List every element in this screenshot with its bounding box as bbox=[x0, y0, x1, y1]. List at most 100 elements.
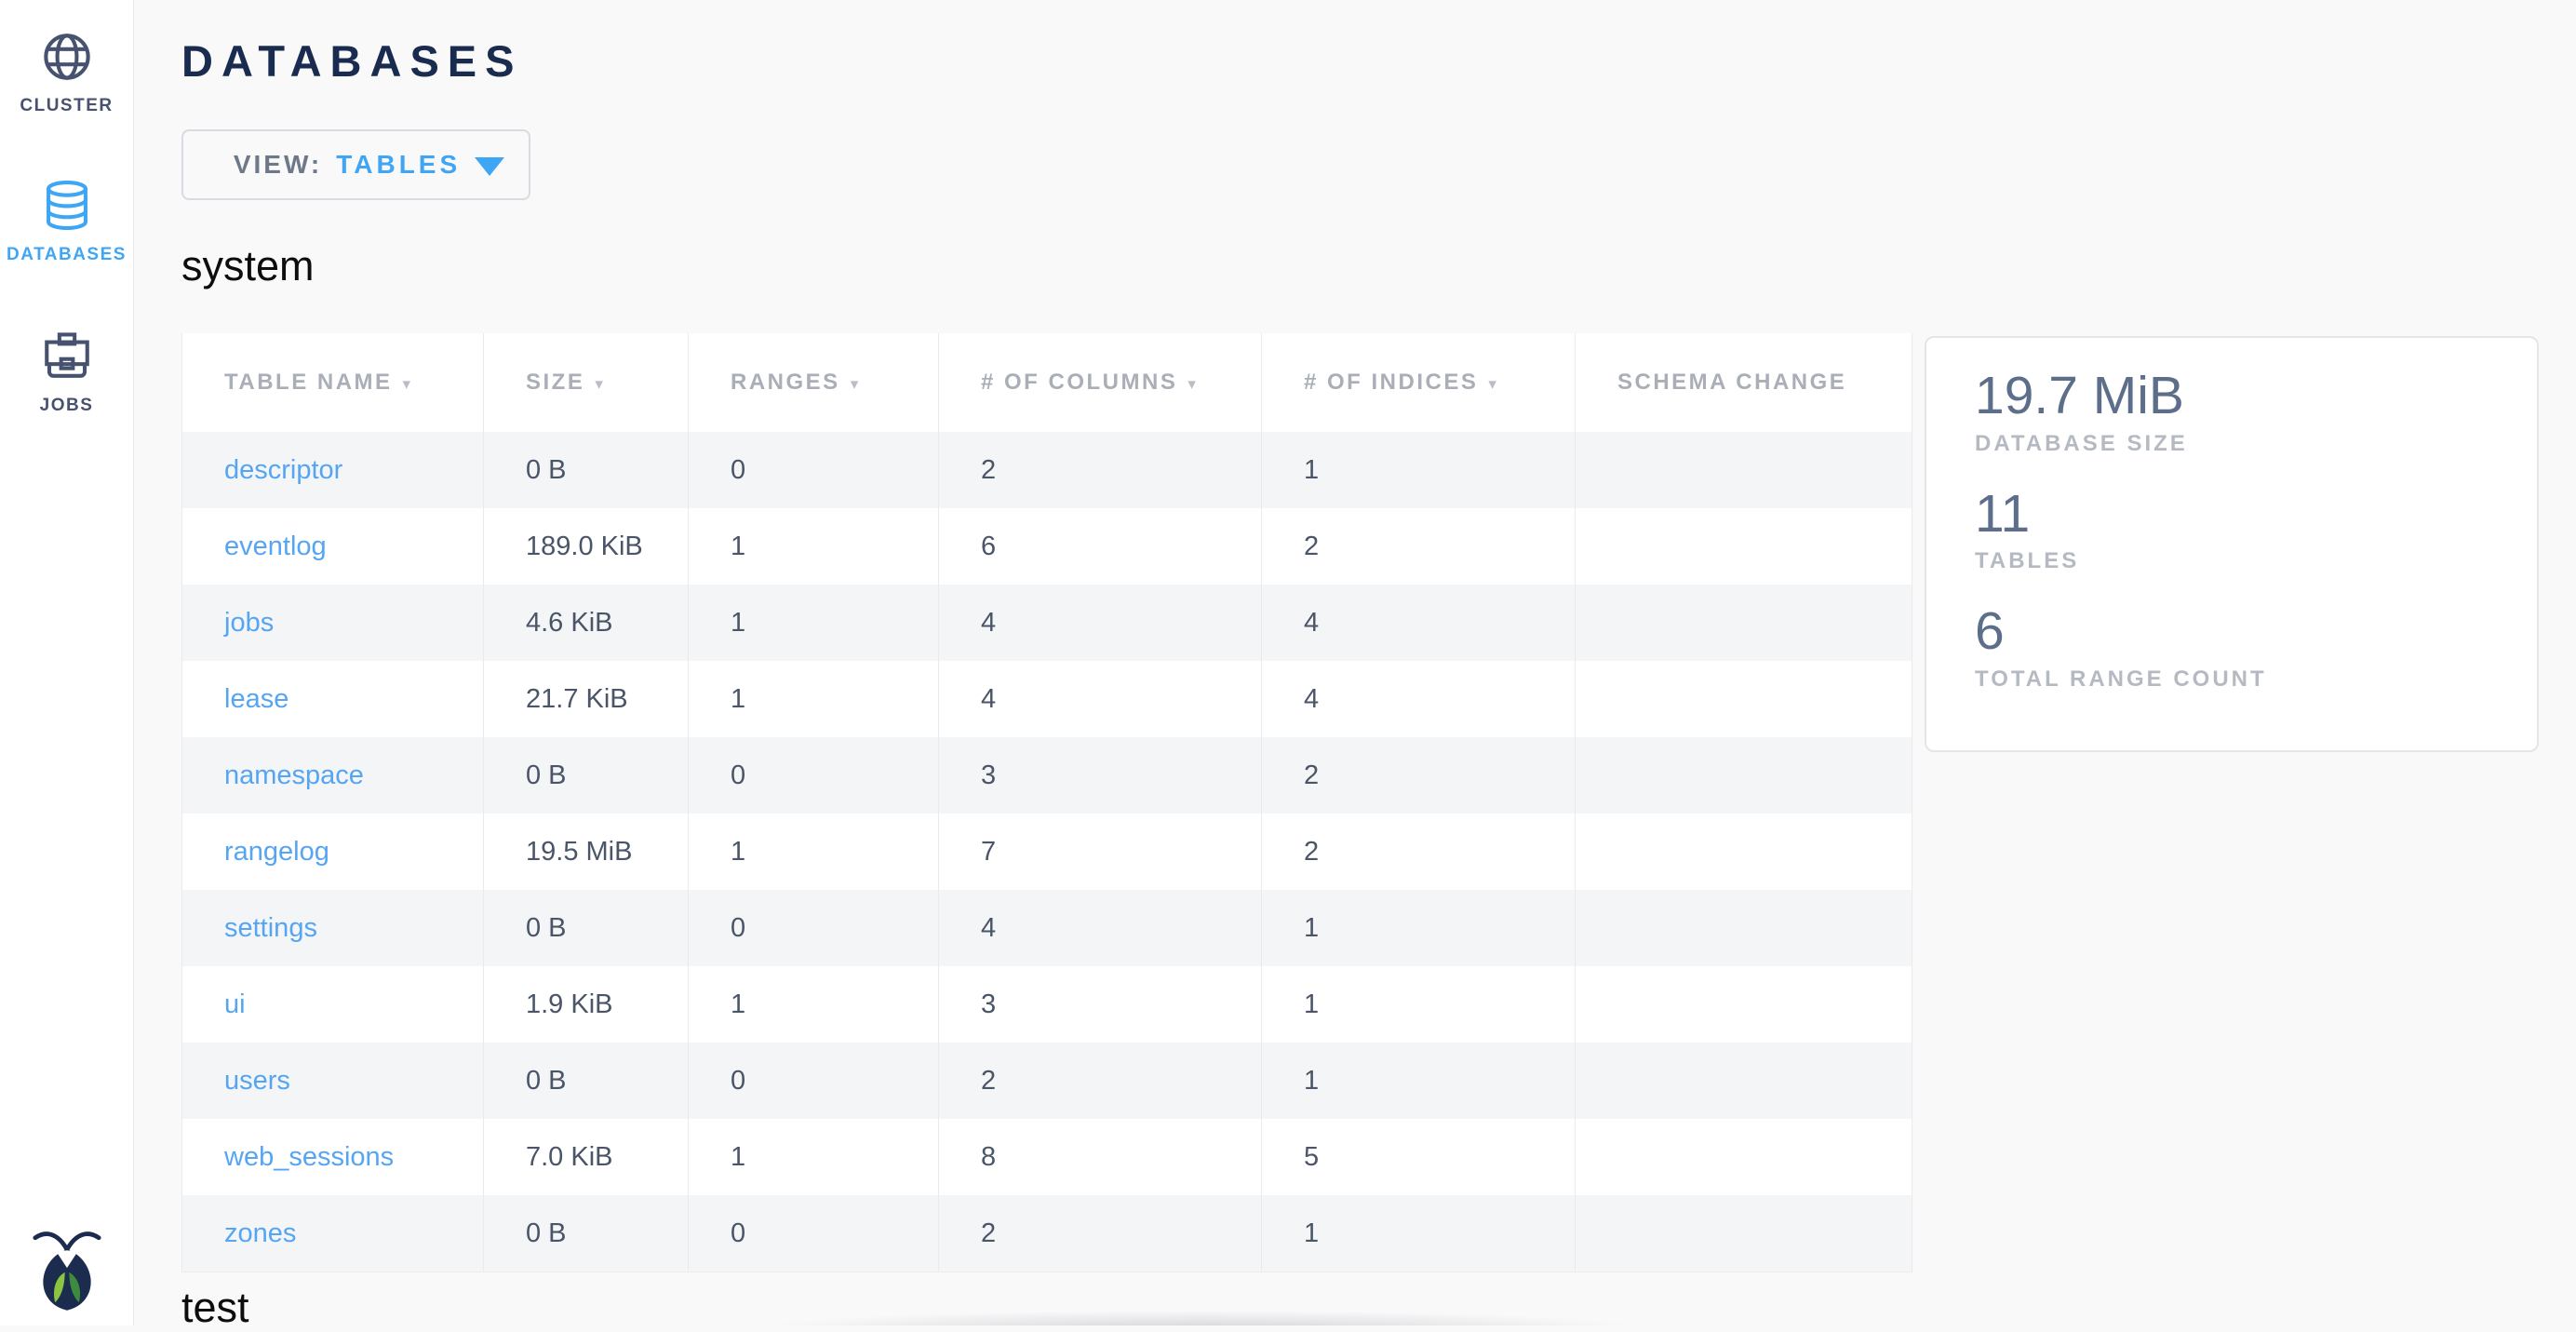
cell-name: settings bbox=[181, 890, 484, 966]
column-header-label: TABLE NAME bbox=[224, 370, 393, 396]
column-header-label: SIZE bbox=[526, 370, 584, 396]
cell-ranges: 0 bbox=[689, 432, 939, 508]
cell-schema_change bbox=[1576, 814, 1912, 890]
cell-schema_change bbox=[1576, 585, 1912, 661]
cell-ranges: 1 bbox=[689, 585, 939, 661]
summary-stat-label: TOTAL RANGE COUNT bbox=[1975, 666, 2518, 693]
table-name-link[interactable]: eventlog bbox=[224, 531, 327, 562]
table-name-link[interactable]: settings bbox=[224, 913, 317, 944]
column-header-size[interactable]: SIZE ▾ bbox=[484, 333, 689, 432]
cell-indices: 4 bbox=[1262, 585, 1576, 661]
summary-stat: 19.7 MiBDATABASE SIZE bbox=[1975, 366, 2518, 457]
cell-ranges: 0 bbox=[689, 1195, 939, 1271]
cell-ranges: 1 bbox=[689, 966, 939, 1043]
cell-columns: 7 bbox=[939, 814, 1262, 890]
table-body: descriptor0 B021eventlog189.0 KiB162jobs… bbox=[181, 432, 1912, 1271]
cell-ranges: 0 bbox=[689, 890, 939, 966]
cell-schema_change bbox=[1576, 661, 1912, 737]
cell-name: namespace bbox=[181, 737, 484, 814]
table-name-link[interactable]: descriptor bbox=[224, 455, 342, 486]
table-name-link[interactable]: users bbox=[224, 1066, 290, 1097]
cell-schema_change bbox=[1576, 1119, 1912, 1195]
cell-schema_change bbox=[1576, 737, 1912, 814]
cell-name: descriptor bbox=[181, 432, 484, 508]
cell-ranges: 0 bbox=[689, 737, 939, 814]
cell-columns: 6 bbox=[939, 508, 1262, 585]
table-row: jobs4.6 KiB144 bbox=[181, 585, 1912, 661]
sidebar-item-databases[interactable]: DATABASES bbox=[0, 179, 133, 265]
table-name-link[interactable]: ui bbox=[224, 989, 246, 1020]
cell-size: 0 B bbox=[484, 432, 689, 508]
cell-name: ui bbox=[181, 966, 484, 1043]
cell-indices: 2 bbox=[1262, 814, 1576, 890]
cell-indices: 5 bbox=[1262, 1119, 1576, 1195]
cell-ranges: 1 bbox=[689, 1119, 939, 1195]
table-name-link[interactable]: rangelog bbox=[224, 837, 329, 868]
cell-schema_change bbox=[1576, 1195, 1912, 1271]
table-row: ui1.9 KiB131 bbox=[181, 966, 1912, 1043]
cell-columns: 3 bbox=[939, 737, 1262, 814]
summary-stat-label: TABLES bbox=[1975, 548, 2518, 574]
globe-icon bbox=[0, 30, 133, 84]
cell-size: 21.7 KiB bbox=[484, 661, 689, 737]
sidebar-item-label: DATABASES bbox=[0, 245, 133, 265]
cell-indices: 1 bbox=[1262, 966, 1576, 1043]
cell-size: 0 B bbox=[484, 737, 689, 814]
cell-name: web_sessions bbox=[181, 1119, 484, 1195]
cell-schema_change bbox=[1576, 1043, 1912, 1119]
column-header-label: SCHEMA CHANGE bbox=[1617, 370, 1846, 396]
sidebar-item-cluster[interactable]: CLUSTER bbox=[0, 30, 133, 116]
table-name-link[interactable]: jobs bbox=[224, 608, 274, 639]
table-name-link[interactable]: web_sessions bbox=[224, 1142, 394, 1173]
column-header-schema_change: SCHEMA CHANGE bbox=[1576, 333, 1912, 432]
sidebar: CLUSTER DATABASES JOBS bbox=[0, 0, 134, 1325]
table-row: rangelog19.5 MiB172 bbox=[181, 814, 1912, 890]
cell-indices: 4 bbox=[1262, 661, 1576, 737]
sidebar-item-label: CLUSTER bbox=[0, 96, 133, 116]
table-row: eventlog189.0 KiB162 bbox=[181, 508, 1912, 585]
cell-schema_change bbox=[1576, 508, 1912, 585]
view-selector-value: TABLES bbox=[336, 150, 461, 180]
cell-columns: 2 bbox=[939, 1195, 1262, 1271]
cell-indices: 1 bbox=[1262, 1043, 1576, 1119]
summary-stat-label: DATABASE SIZE bbox=[1975, 431, 2518, 457]
cell-name: jobs bbox=[181, 585, 484, 661]
caret-down-icon bbox=[475, 157, 504, 176]
column-header-name[interactable]: TABLE NAME ▾ bbox=[181, 333, 484, 432]
sidebar-item-jobs[interactable]: JOBS bbox=[0, 330, 133, 416]
table-name-link[interactable]: lease bbox=[224, 684, 288, 715]
table-name-link[interactable]: namespace bbox=[224, 760, 364, 791]
column-header-indices[interactable]: # OF INDICES ▾ bbox=[1262, 333, 1576, 432]
cell-columns: 4 bbox=[939, 585, 1262, 661]
sort-arrow-icon: ▾ bbox=[1488, 375, 1496, 394]
column-header-ranges[interactable]: RANGES▾ bbox=[689, 333, 939, 432]
database-heading-test: test bbox=[181, 1284, 2576, 1332]
cell-ranges: 1 bbox=[689, 508, 939, 585]
cell-columns: 2 bbox=[939, 1043, 1262, 1119]
table-row: lease21.7 KiB144 bbox=[181, 661, 1912, 737]
view-selector-dropdown[interactable]: VIEW: TABLES bbox=[181, 129, 530, 200]
cell-name: lease bbox=[181, 661, 484, 737]
table-row: users0 B021 bbox=[181, 1043, 1912, 1119]
column-header-columns[interactable]: # OF COLUMNS▾ bbox=[939, 333, 1262, 432]
cockroach-logo bbox=[32, 1228, 102, 1316]
database-heading-system: system bbox=[181, 242, 2576, 290]
table-row: descriptor0 B021 bbox=[181, 432, 1912, 508]
column-header-label: # OF INDICES bbox=[1304, 370, 1478, 396]
table-row: settings0 B041 bbox=[181, 890, 1912, 966]
sort-arrow-icon: ▾ bbox=[595, 375, 603, 394]
cell-name: rangelog bbox=[181, 814, 484, 890]
cell-indices: 1 bbox=[1262, 890, 1576, 966]
database-icon bbox=[0, 179, 133, 233]
database-summary-card: 19.7 MiBDATABASE SIZE11TABLES6TOTAL RANG… bbox=[1925, 336, 2539, 752]
cell-size: 19.5 MiB bbox=[484, 814, 689, 890]
cell-columns: 4 bbox=[939, 661, 1262, 737]
cell-size: 4.6 KiB bbox=[484, 585, 689, 661]
sidebar-item-label: JOBS bbox=[0, 396, 133, 416]
table-name-link[interactable]: zones bbox=[224, 1218, 296, 1249]
sort-arrow-icon: ▾ bbox=[403, 375, 411, 394]
cell-size: 1.9 KiB bbox=[484, 966, 689, 1043]
cell-size: 0 B bbox=[484, 890, 689, 966]
column-header-label: # OF COLUMNS bbox=[981, 370, 1177, 396]
cell-ranges: 0 bbox=[689, 1043, 939, 1119]
